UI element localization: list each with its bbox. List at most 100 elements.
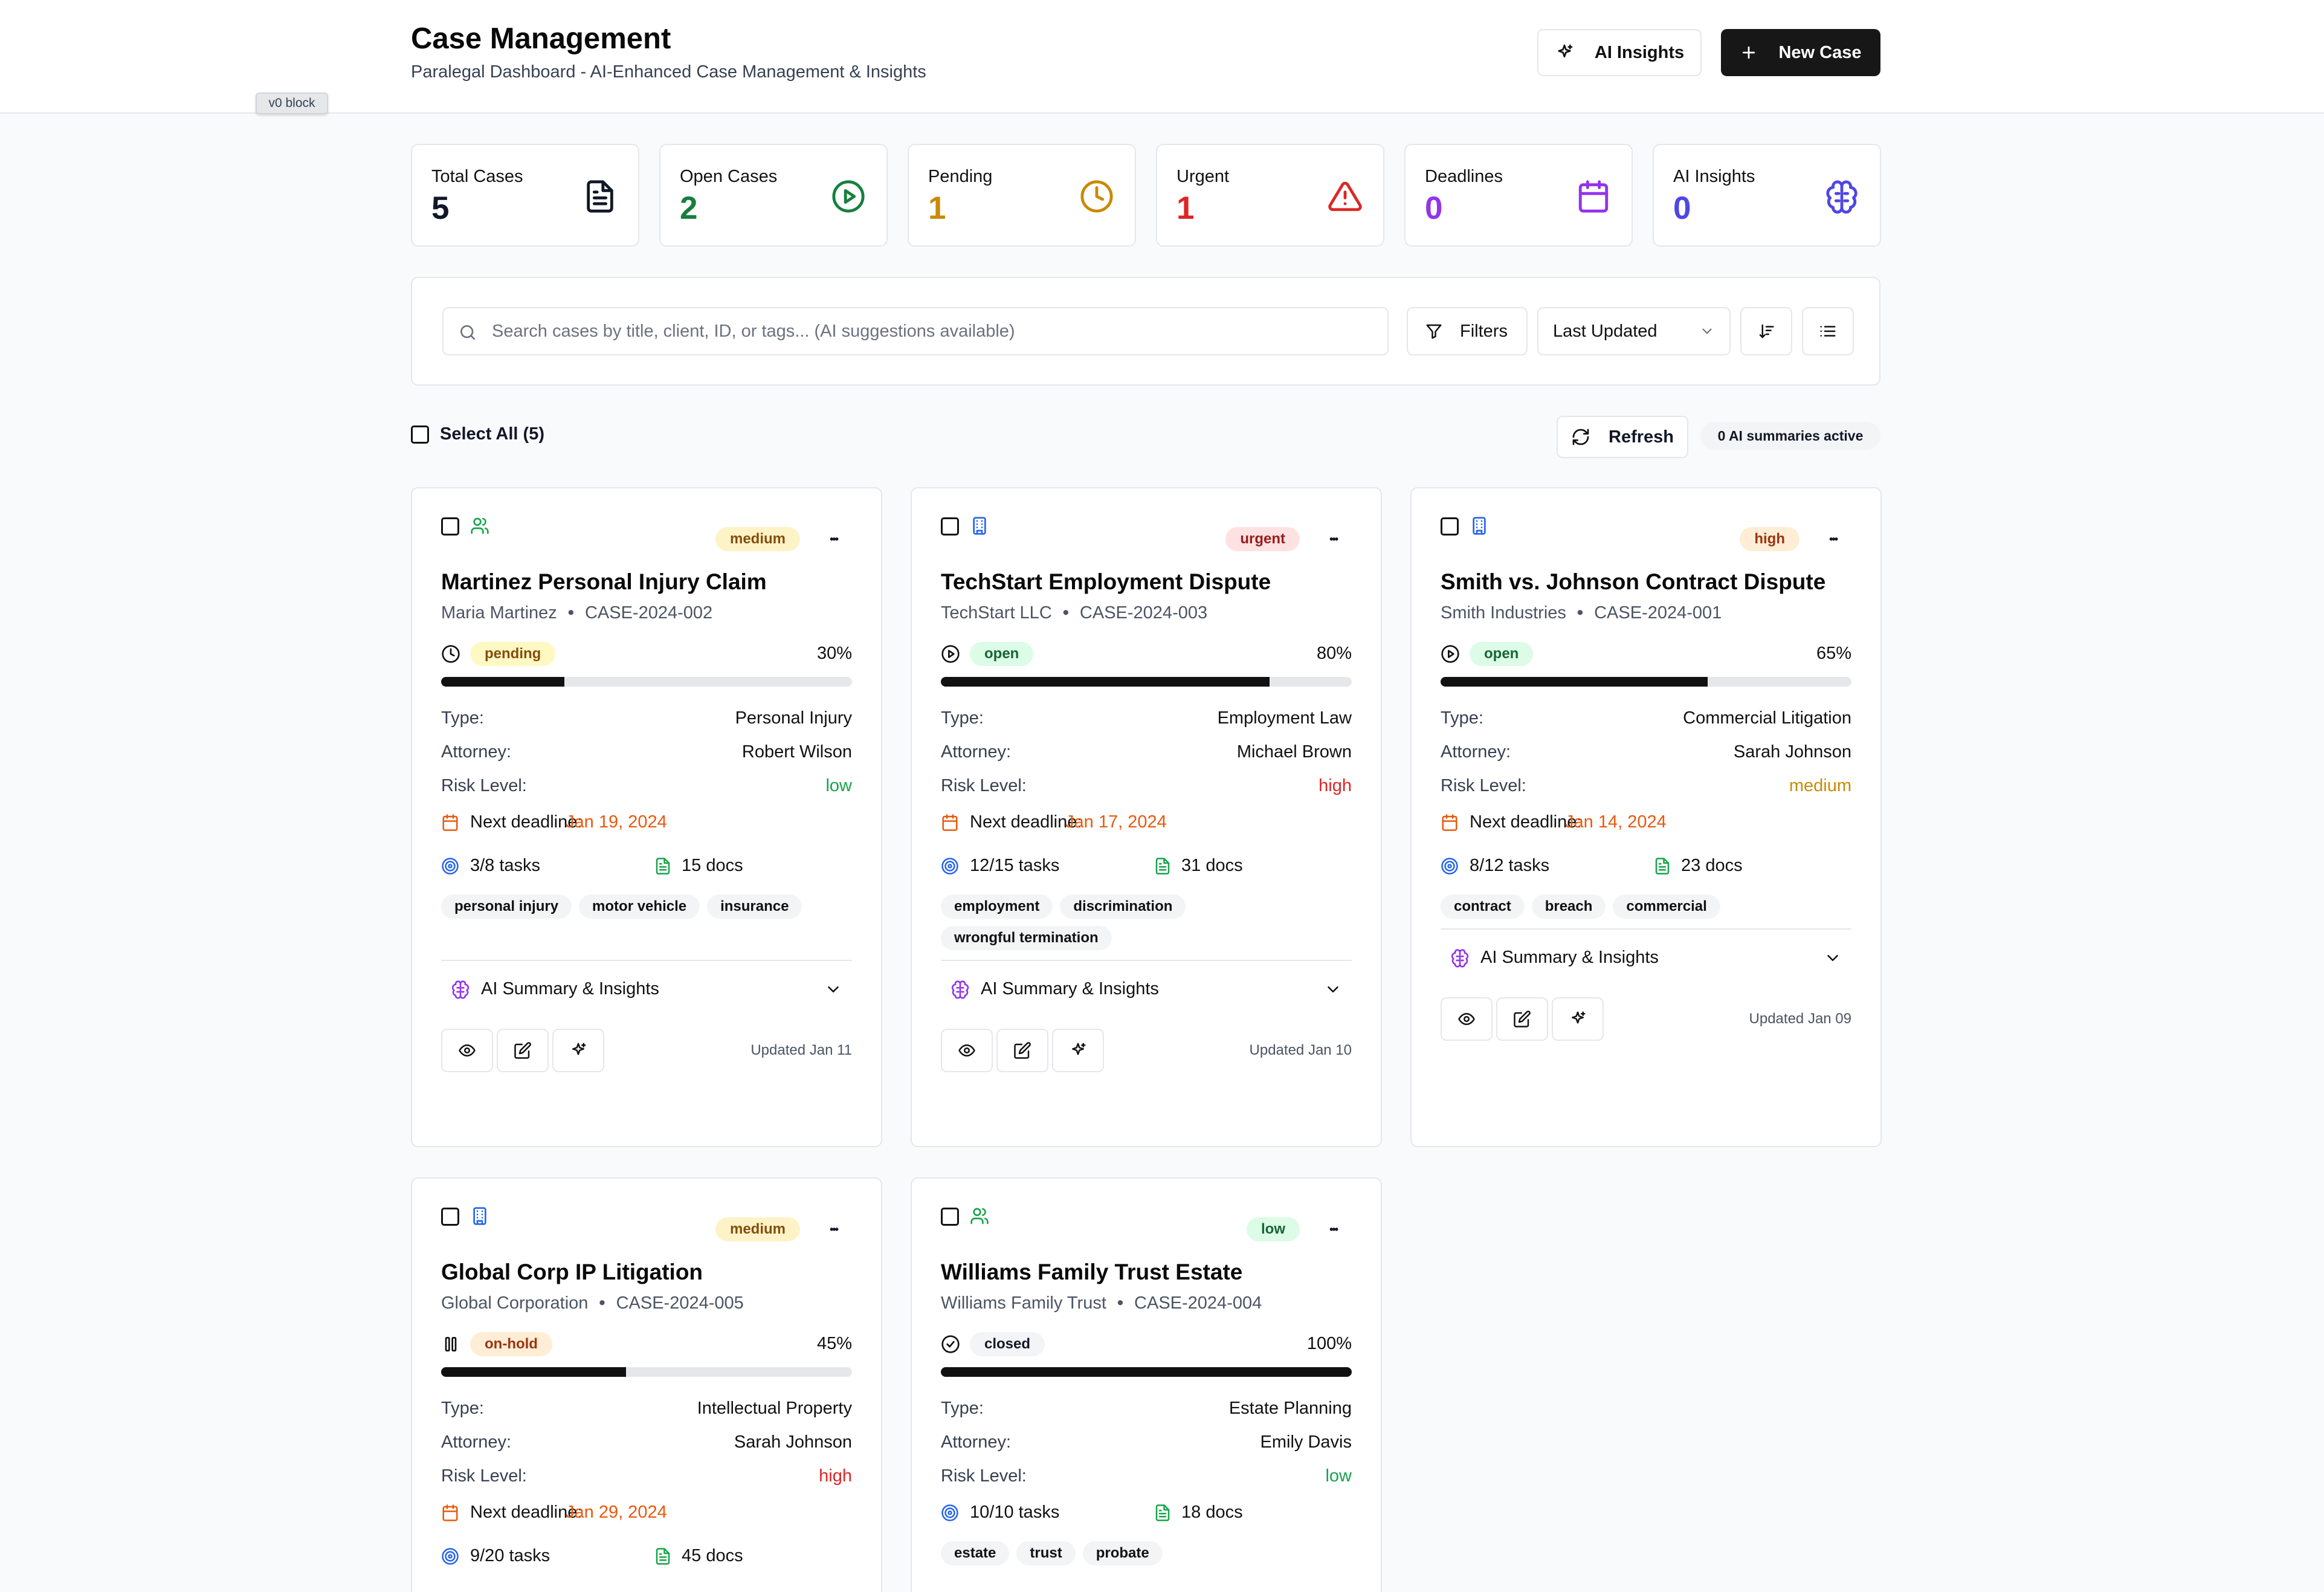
status-icon-wrap <box>941 644 960 667</box>
more-horizontal-icon: ••• <box>830 533 839 545</box>
client-type-icon-wrap <box>470 516 489 539</box>
case-select-checkbox[interactable] <box>1441 517 1459 536</box>
eye-icon <box>958 1044 975 1056</box>
ai-generate-button[interactable] <box>552 1029 604 1072</box>
sort-select[interactable]: Last Updated <box>1537 307 1731 355</box>
status-badge: open <box>970 642 1034 666</box>
case-card[interactable]: urgent ••• TechStart Employment Dispute Tec… <box>911 487 1382 1147</box>
client-type-icon-wrap <box>970 1206 989 1229</box>
search-icon <box>460 325 475 340</box>
case-select-checkbox[interactable] <box>441 1208 459 1226</box>
case-card[interactable]: high ••• Smith vs. Johnson Contract Disput… <box>1410 487 1882 1147</box>
eye-icon <box>1458 1013 1475 1025</box>
new-case-button[interactable]: New Case <box>1721 29 1880 76</box>
case-attorney-label: Attorney: <box>941 1432 1012 1452</box>
progress-bar <box>941 677 1352 687</box>
filters-button[interactable]: Filters <box>1407 307 1528 355</box>
case-tag: discrimination <box>1060 895 1186 919</box>
case-select-checkbox[interactable] <box>941 517 959 536</box>
edit-icon <box>1514 1011 1531 1027</box>
ai-generate-button[interactable] <box>1552 997 1604 1041</box>
select-all-checkbox[interactable] <box>411 425 429 444</box>
case-select-checkbox[interactable] <box>441 517 459 536</box>
select-all-label: Select All (5) <box>440 424 544 444</box>
target-icon <box>1441 858 1458 875</box>
view-button[interactable] <box>441 1029 493 1072</box>
stat-card-open-cases: Open Cases 2 <box>659 144 888 247</box>
brain-icon <box>1826 180 1858 214</box>
edit-icon <box>514 1042 531 1059</box>
more-options-button[interactable]: ••• <box>830 533 839 546</box>
ai-summary-chevron[interactable] <box>1324 980 1342 1001</box>
stat-icon-wrap <box>1328 179 1363 217</box>
case-card[interactable]: medium ••• Global Corp IP Litigation Global… <box>411 1177 882 1592</box>
file-text-icon <box>656 858 670 875</box>
case-tags: employment discrimination wrongful termina… <box>941 895 1364 957</box>
stat-label: Open Cases <box>680 167 778 186</box>
progress-bar-fill <box>1441 677 1708 687</box>
ai-summary-chevron[interactable] <box>1824 949 1842 970</box>
more-options-button[interactable]: ••• <box>830 1223 839 1236</box>
priority-badge: urgent <box>1225 527 1300 551</box>
ai-summary-toggle[interactable]: AI Summary & Insights <box>451 979 659 999</box>
case-select-checkbox[interactable] <box>941 1208 959 1226</box>
ai-generate-button[interactable] <box>1052 1029 1104 1072</box>
search-input[interactable]: Search cases by title, client, ID, or ta… <box>442 307 1389 355</box>
updated-date: Updated Jan 09 <box>1749 1011 1851 1027</box>
ai-summary-toggle[interactable]: AI Summary & Insights <box>1450 948 1659 968</box>
sort-direction-button[interactable] <box>1740 307 1792 355</box>
refresh-button[interactable]: Refresh <box>1557 416 1688 458</box>
docs-count: 45 docs <box>682 1546 743 1565</box>
search-panel: Search cases by title, client, ID, or ta… <box>411 277 1880 386</box>
list-view-button[interactable] <box>1802 307 1854 355</box>
case-tag: breach <box>1531 895 1606 919</box>
deadline-icon-wrap <box>441 814 459 835</box>
calendar-icon <box>942 814 958 831</box>
filter-icon <box>1426 324 1442 339</box>
case-attorney-value: Emily Davis <box>1260 1432 1352 1452</box>
case-card[interactable]: low ••• Williams Family Trust Estate Willia… <box>911 1177 1382 1592</box>
case-tag: estate <box>941 1541 1010 1565</box>
stat-card-total-cases: Total Cases 5 <box>411 144 639 247</box>
ai-insights-button[interactable]: AI Insights <box>1537 29 1702 76</box>
deadline-icon-wrap <box>941 814 959 835</box>
case-tags: contract breach commercial <box>1441 895 1864 926</box>
new-case-label: New Case <box>1778 42 1862 62</box>
case-tags: estate trust probate <box>941 1541 1364 1573</box>
case-risk-label: Risk Level: <box>441 1466 527 1486</box>
ai-summary-chevron[interactable] <box>824 980 842 1001</box>
case-subtitle: Global Corporation • CASE-2024-005 <box>441 1293 744 1313</box>
ai-summaries-badge: 0 AI summaries active <box>1700 422 1880 450</box>
tasks-count: 12/15 tasks <box>970 856 1060 875</box>
edit-button[interactable] <box>497 1029 549 1072</box>
more-options-button[interactable]: ••• <box>1329 1223 1338 1236</box>
case-title: Martinez Personal Injury Claim <box>441 569 767 594</box>
case-type-label: Type: <box>941 1399 984 1418</box>
more-horizontal-icon: ••• <box>1329 533 1338 545</box>
target-icon <box>941 1504 958 1521</box>
file-text-icon <box>1155 858 1170 875</box>
edit-icon <box>1014 1042 1031 1059</box>
view-button[interactable] <box>941 1029 993 1072</box>
priority-badge: medium <box>715 1217 800 1241</box>
docs-icon-wrap <box>654 857 672 878</box>
case-risk-value: high <box>819 1466 852 1486</box>
progress-percent: 45% <box>816 1334 852 1353</box>
ai-summary-toggle[interactable]: AI Summary & Insights <box>951 979 1159 999</box>
brain-icon <box>951 980 969 999</box>
progress-bar-fill <box>941 1367 1352 1377</box>
refresh-label: Refresh <box>1609 427 1674 447</box>
case-card[interactable]: medium ••• Martinez Personal Injury Claim M… <box>411 487 882 1147</box>
priority-badge: low <box>1247 1217 1300 1241</box>
edit-button[interactable] <box>996 1029 1048 1072</box>
sparkles-icon <box>1572 1011 1586 1024</box>
select-all[interactable]: Select All (5) <box>411 424 544 444</box>
stat-label: Total Cases <box>431 167 523 186</box>
edit-button[interactable] <box>1496 997 1548 1041</box>
docs-count: 23 docs <box>1681 856 1743 875</box>
view-button[interactable] <box>1441 997 1493 1041</box>
case-subtitle: Maria Martinez • CASE-2024-002 <box>441 603 712 623</box>
case-risk-label: Risk Level: <box>1441 776 1526 795</box>
more-options-button[interactable]: ••• <box>1829 533 1838 546</box>
more-options-button[interactable]: ••• <box>1329 533 1338 546</box>
